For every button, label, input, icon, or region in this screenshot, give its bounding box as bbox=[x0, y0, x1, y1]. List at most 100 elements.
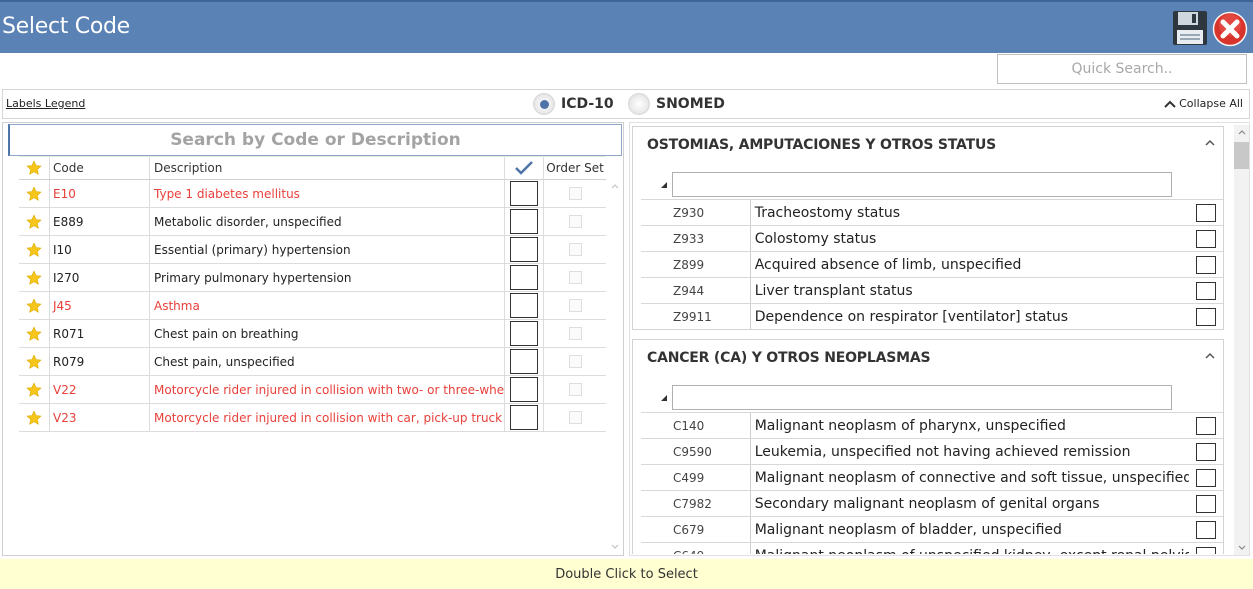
order-set-column-header[interactable]: Order Set bbox=[544, 157, 606, 179]
group-select-checkbox[interactable] bbox=[1196, 442, 1217, 461]
radio-icd10-indicator[interactable] bbox=[533, 93, 555, 115]
scroll-up-arrow-icon[interactable] bbox=[611, 183, 619, 189]
star-icon[interactable] bbox=[26, 353, 42, 370]
favorite-star-cell[interactable] bbox=[19, 320, 50, 347]
group-select-checkbox[interactable] bbox=[1196, 468, 1217, 487]
group-select-cell bbox=[1189, 465, 1223, 490]
group-select-checkbox[interactable] bbox=[1196, 307, 1217, 326]
order-set-cell bbox=[544, 376, 606, 403]
group-select-checkbox[interactable] bbox=[1196, 494, 1217, 513]
group-code-row[interactable]: Z930 Tracheostomy status bbox=[641, 199, 1223, 225]
group-code-row[interactable]: C7982 Secondary malignant neoplasm of gen… bbox=[641, 490, 1223, 516]
radio-snomed[interactable]: SNOMED bbox=[628, 93, 725, 115]
favorite-star-cell[interactable] bbox=[19, 208, 50, 235]
scroll-up-arrow-icon[interactable] bbox=[1238, 129, 1246, 135]
group-header[interactable]: OSTOMIAS, AMPUTACIONES Y OTROS STATUS bbox=[633, 127, 1223, 163]
group-code-row[interactable]: Z944 Liver transplant status bbox=[641, 277, 1223, 303]
labels-legend-link[interactable]: Labels Legend bbox=[6, 97, 85, 110]
scroll-down-arrow-icon[interactable] bbox=[1238, 545, 1246, 551]
star-icon[interactable] bbox=[26, 381, 42, 398]
group-code-row[interactable]: C679 Malignant neoplasm of bladder, unspe… bbox=[641, 516, 1223, 542]
favorite-select-checkbox[interactable] bbox=[510, 405, 538, 430]
favorite-select-checkbox[interactable] bbox=[510, 377, 538, 402]
save-icon[interactable] bbox=[1172, 10, 1208, 46]
left-scrollbar[interactable] bbox=[608, 179, 622, 554]
favorite-select-checkbox[interactable] bbox=[510, 293, 538, 318]
group-code-row[interactable]: C499 Malignant neoplasm of connective and… bbox=[641, 464, 1223, 490]
group-code-row[interactable]: C649Malignant neoplasm of unspecified ki… bbox=[641, 542, 1223, 554]
star-icon[interactable] bbox=[26, 213, 42, 230]
star-icon[interactable] bbox=[26, 325, 42, 342]
star-icon[interactable] bbox=[26, 409, 42, 426]
favorite-star-cell[interactable] bbox=[19, 236, 50, 263]
favorite-star-cell[interactable] bbox=[19, 264, 50, 291]
chevron-up-icon[interactable] bbox=[1205, 139, 1215, 147]
favorite-row[interactable]: I270 Primary pulmonary hypertension bbox=[19, 264, 606, 292]
code-search-input[interactable]: Search by Code or Description bbox=[8, 124, 622, 156]
group-select-checkbox[interactable] bbox=[1196, 416, 1217, 435]
favorite-select-cell bbox=[505, 264, 544, 291]
favorite-row[interactable]: I10 Essential (primary) hypertension bbox=[19, 236, 606, 264]
collapse-all-button[interactable]: Collapse All bbox=[1164, 97, 1243, 110]
favorite-star-cell[interactable] bbox=[19, 292, 50, 319]
group-select-checkbox[interactable] bbox=[1196, 520, 1217, 539]
star-icon[interactable] bbox=[26, 241, 42, 258]
group-select-checkbox[interactable] bbox=[1196, 203, 1217, 222]
favorite-row[interactable]: E10 Type 1 diabetes mellitus bbox=[19, 180, 606, 208]
order-set-checkbox bbox=[568, 271, 582, 284]
favorite-select-checkbox[interactable] bbox=[510, 265, 538, 290]
favorite-star-cell[interactable] bbox=[19, 376, 50, 403]
code-column-header[interactable]: Code bbox=[50, 157, 150, 179]
star-icon[interactable] bbox=[26, 269, 42, 286]
favorite-select-checkbox[interactable] bbox=[510, 181, 538, 206]
title-bar: Select Code bbox=[0, 0, 1253, 53]
description-column-header[interactable]: Description bbox=[150, 157, 505, 179]
group-code-row[interactable]: C140 Malignant neoplasm of pharynx, unspe… bbox=[641, 412, 1223, 438]
favorite-select-checkbox[interactable] bbox=[510, 349, 538, 374]
favorite-row[interactable]: R071 Chest pain on breathing bbox=[19, 320, 606, 348]
group-code-row[interactable]: Z899 Acquired absence of limb, unspecifie… bbox=[641, 251, 1223, 277]
favorite-select-checkbox[interactable] bbox=[510, 321, 538, 346]
favorite-select-checkbox[interactable] bbox=[510, 209, 538, 234]
radio-snomed-indicator[interactable] bbox=[628, 93, 650, 115]
group-select-checkbox[interactable] bbox=[1196, 255, 1217, 274]
group-code-row[interactable]: Z933 Colostomy status bbox=[641, 225, 1223, 251]
star-column-header[interactable] bbox=[19, 157, 50, 179]
group-header[interactable]: CANCER (CA) Y OTROS NEOPLASMAS bbox=[633, 340, 1223, 376]
expand-triangle-icon[interactable] bbox=[661, 395, 667, 401]
favorite-star-cell[interactable] bbox=[19, 404, 50, 431]
quick-search-input[interactable]: Quick Search.. bbox=[997, 54, 1247, 84]
group-code: C7982 bbox=[641, 491, 751, 516]
favorite-star-cell[interactable] bbox=[19, 180, 50, 207]
favorite-row[interactable]: R079 Chest pain, unspecified bbox=[19, 348, 606, 376]
star-icon[interactable] bbox=[26, 185, 42, 202]
select-column-header[interactable] bbox=[505, 157, 544, 179]
group-select-checkbox[interactable] bbox=[1196, 546, 1217, 554]
group-filter-input[interactable] bbox=[672, 385, 1172, 410]
favorite-select-checkbox[interactable] bbox=[510, 237, 538, 262]
star-icon[interactable] bbox=[26, 297, 42, 314]
favorite-code: E889 bbox=[50, 208, 150, 235]
group-code-description: Tracheostomy status bbox=[754, 204, 901, 221]
scroll-down-arrow-icon[interactable] bbox=[611, 544, 619, 550]
right-scrollbar[interactable] bbox=[1234, 125, 1249, 555]
group-select-checkbox[interactable] bbox=[1196, 229, 1217, 248]
chevron-up-icon[interactable] bbox=[1205, 352, 1215, 360]
favorite-row[interactable]: V22 Motorcycle rider injured in collision… bbox=[19, 376, 606, 404]
order-set-cell bbox=[544, 404, 606, 431]
favorite-star-cell[interactable] bbox=[19, 348, 50, 375]
close-icon[interactable] bbox=[1212, 11, 1248, 47]
group-filter-input[interactable] bbox=[672, 172, 1172, 197]
group-code-description: Secondary malignant neoplasm of genital … bbox=[754, 495, 1100, 512]
radio-icd10[interactable]: ICD-10 bbox=[533, 93, 614, 115]
favorite-row[interactable]: J45 Asthma bbox=[19, 292, 606, 320]
favorite-row[interactable]: V23 Motorcycle rider injured in collision… bbox=[19, 404, 606, 432]
group-code-row[interactable]: Z9911 Dependence on respirator [ventilato… bbox=[641, 303, 1223, 329]
favorite-row[interactable]: E889 Metabolic disorder, unspecified bbox=[19, 208, 606, 236]
group-select-checkbox[interactable] bbox=[1196, 281, 1217, 300]
expand-triangle-icon[interactable] bbox=[661, 182, 667, 188]
group-select-cell bbox=[1189, 278, 1223, 303]
scrollbar-thumb[interactable] bbox=[1234, 142, 1249, 169]
group-code-row[interactable]: C9590 Leukemia, unspecified not having ac… bbox=[641, 438, 1223, 464]
favorites-rows: E10 Type 1 diabetes mellitus E889 Metabolic… bbox=[19, 180, 606, 432]
